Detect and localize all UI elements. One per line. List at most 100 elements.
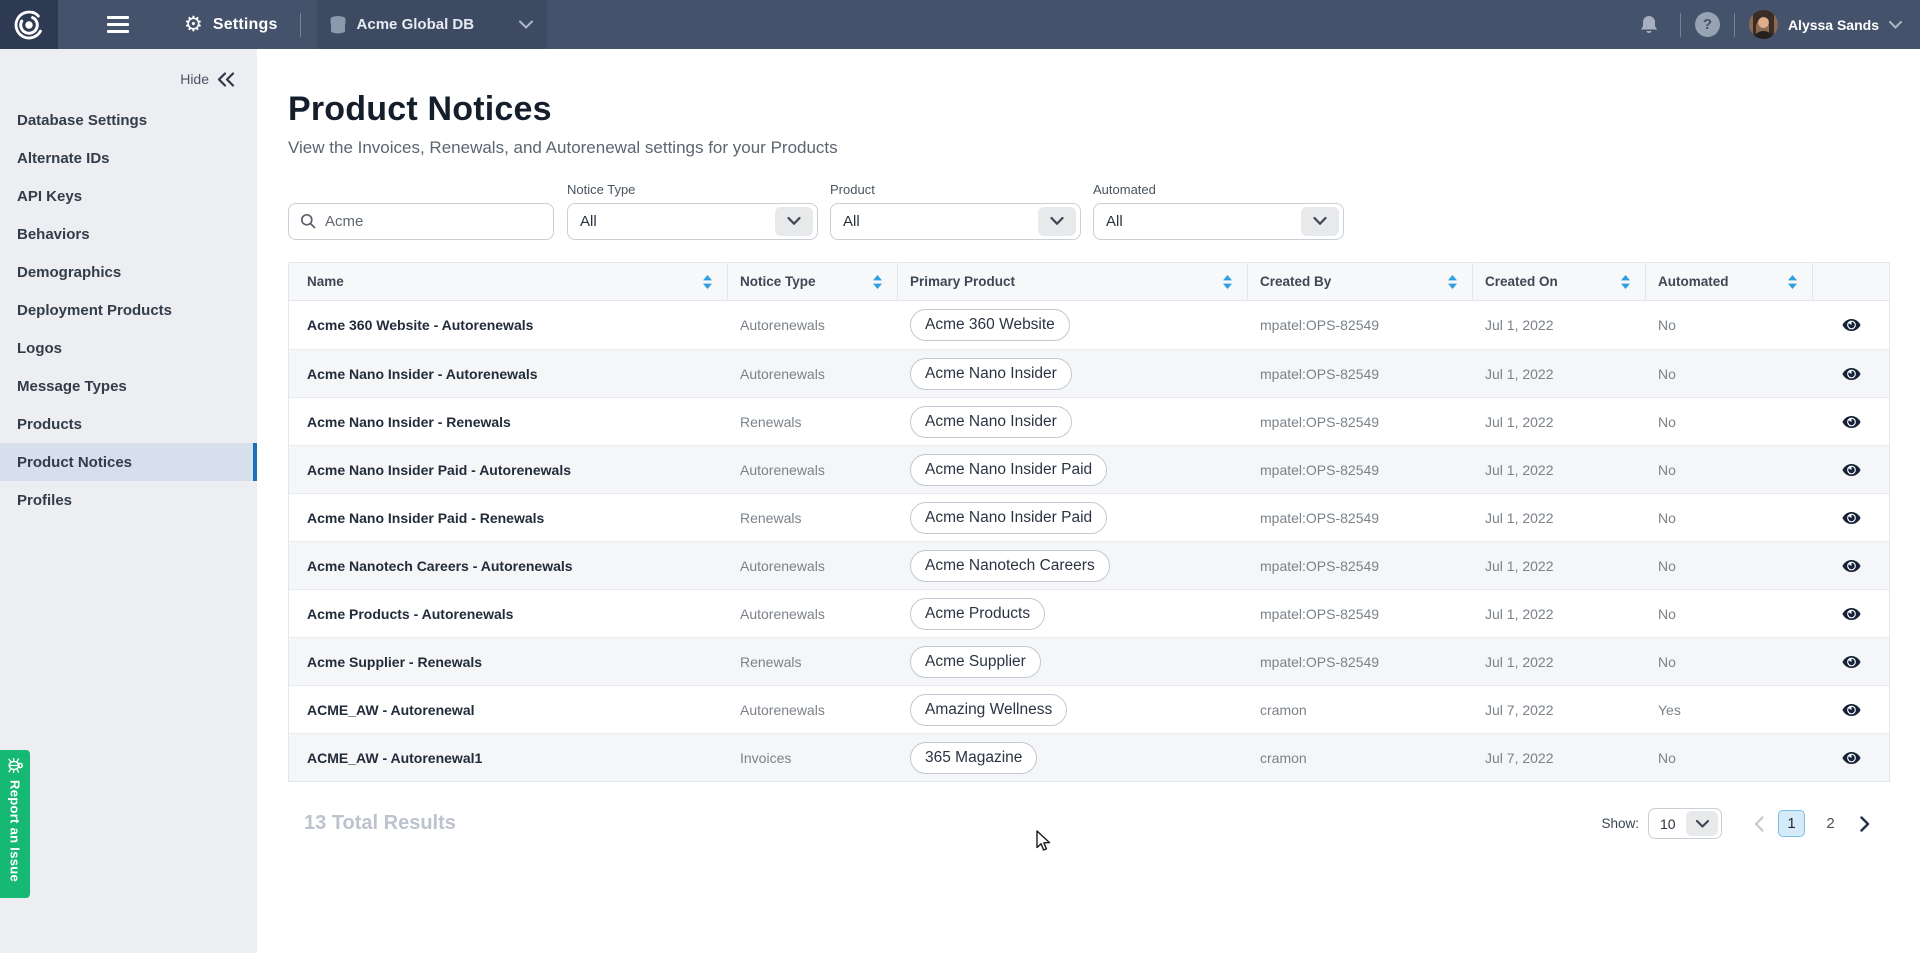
sort-icon[interactable] [872, 274, 883, 290]
product-select[interactable]: All [830, 203, 1081, 240]
database-selector[interactable]: Acme Global DB [317, 0, 547, 49]
app-logo[interactable] [0, 0, 58, 49]
row-created-on: Jul 1, 2022 [1473, 446, 1646, 493]
row-actions [1813, 301, 1889, 349]
sidebar-item-product-notices[interactable]: Product Notices [0, 443, 257, 481]
row-actions [1813, 398, 1889, 445]
table-row: Acme Nanotech Careers - AutorenewalsAuto… [289, 541, 1889, 589]
topbar-divider [1734, 13, 1735, 37]
page-subtitle: View the Invoices, Renewals, and Autoren… [288, 138, 1890, 158]
column-header-name[interactable]: Name [289, 263, 728, 300]
view-details-button[interactable] [1833, 740, 1869, 776]
row-created-by: mpatel:OPS-82549 [1248, 494, 1473, 541]
view-details-button[interactable] [1833, 644, 1869, 680]
page-button-2[interactable]: 2 [1817, 810, 1844, 837]
report-issue-tab[interactable]: Report an Issue [0, 750, 30, 898]
previous-page-button[interactable] [1754, 816, 1764, 832]
sort-icon[interactable] [1620, 274, 1631, 290]
show-label: Show: [1601, 816, 1639, 831]
primary-product-pill: Acme Nano Insider Paid [910, 454, 1107, 486]
row-created-on: Jul 1, 2022 [1473, 301, 1646, 349]
user-name: Alyssa Sands [1788, 17, 1879, 33]
automated-select[interactable]: All [1093, 203, 1344, 240]
row-primary-product-cell: Acme Nano Insider [898, 398, 1248, 445]
page-size-select[interactable]: 10 [1648, 808, 1722, 839]
view-details-button[interactable] [1833, 452, 1869, 488]
row-primary-product-cell: Acme Nano Insider Paid [898, 494, 1248, 541]
table-row: Acme Nano Insider - AutorenewalsAutorene… [289, 349, 1889, 397]
sort-icon[interactable] [1787, 274, 1798, 290]
row-created-by: mpatel:OPS-82549 [1248, 542, 1473, 589]
column-header-primary-product[interactable]: Primary Product [898, 263, 1248, 300]
eye-icon [1842, 511, 1861, 525]
view-details-button[interactable] [1833, 307, 1869, 343]
row-created-by: mpatel:OPS-82549 [1248, 301, 1473, 349]
column-header-automated[interactable]: Automated [1646, 263, 1813, 300]
chevron-left-icon [1754, 816, 1764, 832]
column-header-notice-type[interactable]: Notice Type [728, 263, 898, 300]
primary-product-pill: Acme Nanotech Careers [910, 550, 1110, 582]
chevron-down-icon [1301, 207, 1339, 236]
table-row: Acme Supplier - RenewalsRenewalsAcme Sup… [289, 637, 1889, 685]
view-details-button[interactable] [1833, 404, 1869, 440]
view-details-button[interactable] [1833, 356, 1869, 392]
sidebar-item-message-types[interactable]: Message Types [0, 367, 257, 405]
row-created-by: cramon [1248, 686, 1473, 733]
sidebar-item-deployment-products[interactable]: Deployment Products [0, 291, 257, 329]
sidebar-item-demographics[interactable]: Demographics [0, 253, 257, 291]
row-created-by: mpatel:OPS-82549 [1248, 446, 1473, 493]
row-primary-product-cell: Acme 360 Website [898, 301, 1248, 349]
row-name: Acme Nanotech Careers - Autorenewals [289, 542, 728, 589]
hide-sidebar-button[interactable]: Hide [0, 49, 257, 101]
row-created-by: mpatel:OPS-82549 [1248, 638, 1473, 685]
menu-icon[interactable] [92, 0, 144, 49]
chevron-down-icon[interactable] [1889, 21, 1902, 29]
sort-icon[interactable] [1447, 274, 1458, 290]
select-value: All [843, 213, 860, 230]
column-header-created-by[interactable]: Created By [1248, 263, 1473, 300]
row-created-on: Jul 7, 2022 [1473, 686, 1646, 733]
row-actions [1813, 446, 1889, 493]
page-list: 12 [1778, 810, 1844, 837]
row-automated: No [1646, 301, 1813, 349]
sidebar-item-alternate-ids[interactable]: Alternate IDs [0, 139, 257, 177]
view-details-button[interactable] [1833, 596, 1869, 632]
sidebar-item-label: Products [17, 416, 82, 433]
sort-icon[interactable] [702, 274, 713, 290]
notifications-button[interactable] [1632, 8, 1666, 42]
table-footer: 13 Total Results Show: 10 12 [288, 808, 1890, 839]
sidebar-item-products[interactable]: Products [0, 405, 257, 443]
primary-product-pill: Acme Nano Insider Paid [910, 502, 1107, 534]
report-issue-label: Report an Issue [8, 780, 23, 882]
sidebar-item-logos[interactable]: Logos [0, 329, 257, 367]
next-page-button[interactable] [1860, 816, 1870, 832]
row-primary-product-cell: Acme Nanotech Careers [898, 542, 1248, 589]
sort-icon[interactable] [1222, 274, 1233, 290]
logo-icon [13, 9, 45, 41]
help-button[interactable]: ? [1695, 12, 1720, 37]
sidebar-item-api-keys[interactable]: API Keys [0, 177, 257, 215]
sidebar-item-behaviors[interactable]: Behaviors [0, 215, 257, 253]
view-details-button[interactable] [1833, 500, 1869, 536]
sidebar-item-database-settings[interactable]: Database Settings [0, 101, 257, 139]
sidebar-item-label: Logos [17, 340, 62, 357]
table-row: ACME_AW - AutorenewalAutorenewalsAmazing… [289, 685, 1889, 733]
view-details-button[interactable] [1833, 692, 1869, 728]
sidebar-item-label: Deployment Products [17, 302, 172, 319]
column-header-created-on[interactable]: Created On [1473, 263, 1646, 300]
view-details-button[interactable] [1833, 548, 1869, 584]
settings-nav[interactable]: ⚙ Settings [184, 14, 278, 35]
search-input[interactable] [288, 203, 554, 240]
sidebar-item-profiles[interactable]: Profiles [0, 481, 257, 519]
search-icon [300, 213, 316, 229]
page-button-1[interactable]: 1 [1778, 810, 1805, 837]
sidebar-item-label: Database Settings [17, 112, 147, 129]
sidebar-item-label: API Keys [17, 188, 82, 205]
avatar[interactable] [1749, 10, 1778, 39]
row-created-on: Jul 1, 2022 [1473, 590, 1646, 637]
chevron-down-icon [1686, 811, 1718, 836]
row-automated: No [1646, 542, 1813, 589]
row-created-on: Jul 7, 2022 [1473, 734, 1646, 781]
notice-type-select[interactable]: All [567, 203, 818, 240]
row-actions [1813, 734, 1889, 781]
